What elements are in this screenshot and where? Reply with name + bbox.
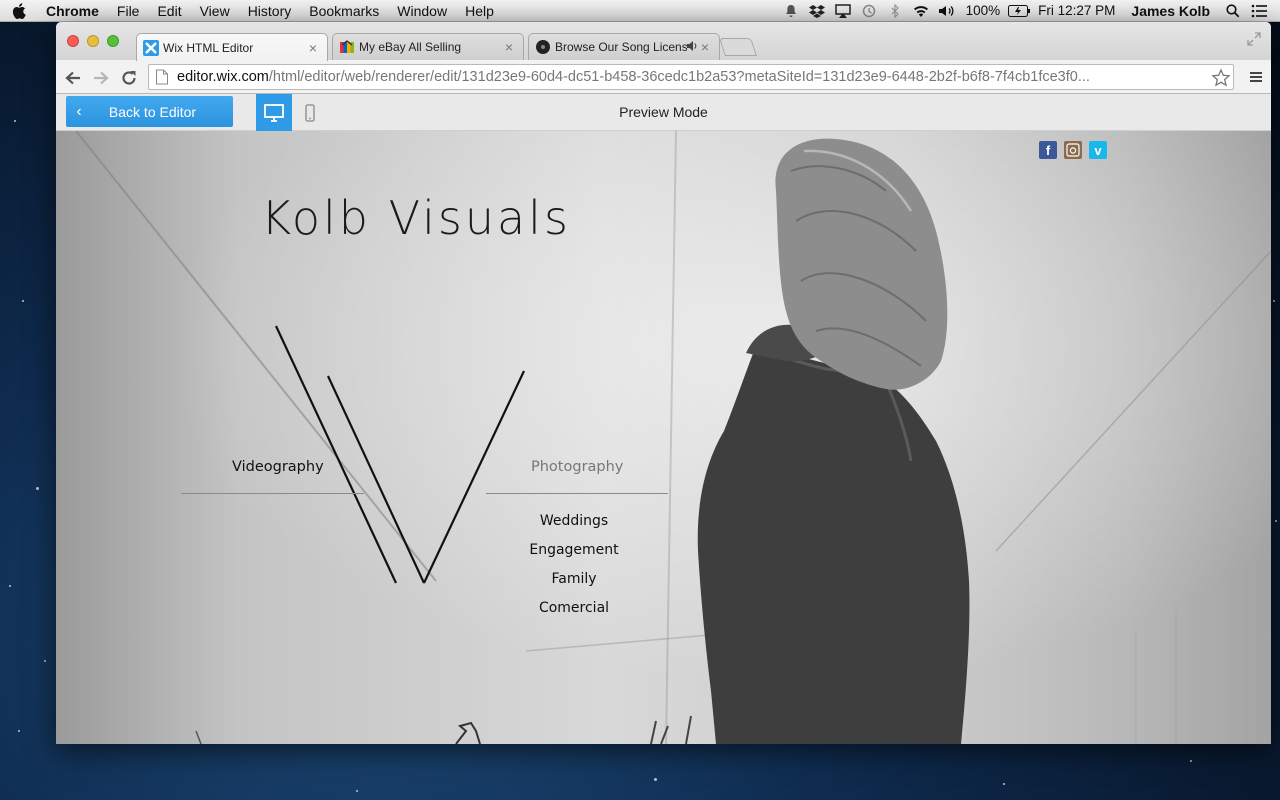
window-controls <box>67 35 119 47</box>
apple-menu-icon[interactable] <box>0 0 38 22</box>
music-icon <box>535 39 551 55</box>
window-zoom-button[interactable] <box>107 35 119 47</box>
submenu-item-engagement[interactable]: Engagement <box>494 540 654 569</box>
new-tab-button[interactable] <box>719 38 757 56</box>
url-path: /html/editor/web/renderer/edit/131d23e9-… <box>268 69 1090 85</box>
menu-app-chrome[interactable]: Chrome <box>38 0 108 22</box>
tab-close-icon[interactable]: × <box>503 39 515 55</box>
reload-icon[interactable] <box>118 67 140 89</box>
battery-icon[interactable] <box>1006 0 1032 22</box>
wix-icon <box>143 39 159 56</box>
mobile-view-button[interactable] <box>292 94 328 131</box>
nav-divider-right <box>486 493 668 494</box>
mobile-phone-icon <box>305 103 315 122</box>
nav-videography[interactable]: Videography <box>232 459 324 475</box>
menu-view[interactable]: View <box>191 0 239 22</box>
notification-bell-icon[interactable] <box>778 0 804 22</box>
browser-toolbar: editor.wix.com/html/editor/web/renderer/… <box>56 60 1271 94</box>
window-minimize-button[interactable] <box>87 35 99 47</box>
clock[interactable]: Fri 12:27 PM <box>1032 3 1121 18</box>
wix-preview-bar: ‹ Back to Editor Preview Mode <box>56 94 1271 131</box>
ebay-icon <box>339 39 355 55</box>
tab-title: My eBay All Selling <box>359 40 462 54</box>
desktop-view-button[interactable] <box>256 94 292 131</box>
page-icon <box>156 69 168 85</box>
facebook-icon[interactable]: f <box>1039 141 1057 159</box>
airplay-icon[interactable] <box>830 0 856 22</box>
volume-icon[interactable] <box>934 0 960 22</box>
menu-help[interactable]: Help <box>456 0 503 22</box>
preview-mode-title: Preview Mode <box>619 104 708 120</box>
system-menu-bar: Chrome File Edit View History Bookmarks … <box>0 0 1280 22</box>
tab-title: Wix HTML Editor <box>163 40 254 55</box>
site-brand-title[interactable]: Kolb Visuals <box>261 191 571 245</box>
nav-divider-left <box>181 493 364 494</box>
tab-strip: Wix HTML Editor × My eBay All Selling × … <box>56 22 1271 61</box>
forward-arrow-icon[interactable] <box>90 67 112 89</box>
tab-wix-html-editor[interactable]: Wix HTML Editor × <box>136 33 328 61</box>
submenu-item-weddings[interactable]: Weddings <box>494 511 654 540</box>
notification-center-icon[interactable] <box>1246 0 1272 22</box>
site-preview: Kolb Visuals Videography Photography Wed… <box>56 131 1271 744</box>
photography-submenu: Weddings Engagement Family Comercial <box>494 511 654 627</box>
submenu-item-comercial[interactable]: Comercial <box>494 598 654 627</box>
bookmark-star-icon[interactable] <box>1211 68 1231 88</box>
user-account-menu[interactable]: James Kolb <box>1121 3 1220 19</box>
tab-close-icon[interactable]: × <box>307 40 319 56</box>
wifi-icon[interactable] <box>908 0 934 22</box>
tab-close-icon[interactable]: × <box>699 39 711 55</box>
instagram-icon[interactable] <box>1064 141 1082 159</box>
bluetooth-icon[interactable] <box>882 0 908 22</box>
submenu-item-family[interactable]: Family <box>494 569 654 598</box>
desktop-monitor-icon <box>264 103 284 122</box>
fullscreen-icon[interactable] <box>1247 32 1261 46</box>
address-bar[interactable]: editor.wix.com/html/editor/web/renderer/… <box>148 64 1234 90</box>
spotlight-search-icon[interactable] <box>1220 0 1246 22</box>
tab-title: Browse Our Song Licens <box>555 40 687 54</box>
battery-percentage: 100% <box>965 3 1001 18</box>
tab-ebay[interactable]: My eBay All Selling × <box>332 33 524 60</box>
tab-song-licensing[interactable]: Browse Our Song Licens × <box>528 33 720 60</box>
back-to-editor-label: Back to Editor <box>108 103 197 120</box>
chevron-left-icon: ‹ <box>76 102 82 120</box>
time-machine-icon[interactable] <box>856 0 882 22</box>
nav-photography[interactable]: Photography <box>531 459 623 475</box>
back-to-editor-button[interactable]: ‹ Back to Editor <box>66 96 233 127</box>
menu-window[interactable]: Window <box>388 0 456 22</box>
vimeo-icon[interactable]: v <box>1089 141 1107 159</box>
menu-history[interactable]: History <box>239 0 301 22</box>
back-arrow-icon[interactable] <box>62 67 84 89</box>
speaker-icon[interactable] <box>687 40 699 54</box>
menu-file[interactable]: File <box>108 0 149 22</box>
menu-bookmarks[interactable]: Bookmarks <box>300 0 388 22</box>
chrome-menu-icon[interactable] <box>1248 69 1264 85</box>
menu-edit[interactable]: Edit <box>148 0 190 22</box>
dropbox-icon[interactable] <box>804 0 830 22</box>
background-photo <box>75 131 1271 744</box>
browser-window: Wix HTML Editor × My eBay All Selling × … <box>56 22 1271 744</box>
url-host: editor.wix.com <box>177 69 269 85</box>
window-close-button[interactable] <box>67 35 79 47</box>
